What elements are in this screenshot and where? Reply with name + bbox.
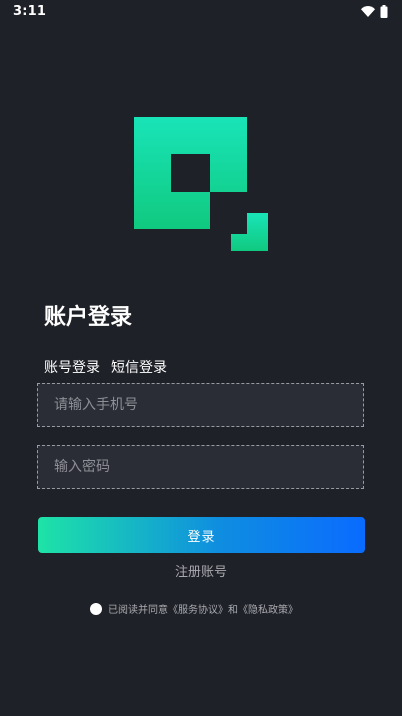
status-bar: 3:11 bbox=[0, 0, 402, 24]
status-icons bbox=[361, 4, 388, 18]
password-input[interactable] bbox=[38, 446, 363, 488]
service-agreement-link[interactable]: 《服务协议》 bbox=[168, 601, 228, 616]
wifi-icon bbox=[361, 5, 375, 17]
register-link[interactable]: 注册账号 bbox=[0, 561, 402, 580]
page-title: 账户登录 bbox=[44, 305, 133, 330]
agreement-radio[interactable] bbox=[90, 602, 102, 615]
privacy-policy-link[interactable]: 《隐私政策》 bbox=[238, 601, 298, 616]
status-time: 3:11 bbox=[13, 4, 47, 19]
agreement-prefix: 已阅读并同意 bbox=[108, 605, 168, 616]
agreement-and: 和 bbox=[228, 605, 238, 616]
agreement-row: 已阅读并同意 《服务协议》 和 《隐私政策》 bbox=[90, 601, 298, 616]
login-tabs: 账号登录 短信登录 bbox=[44, 358, 167, 378]
brand-logo bbox=[134, 117, 268, 251]
tab-account-login[interactable]: 账号登录 bbox=[44, 358, 100, 378]
phone-input[interactable] bbox=[38, 384, 363, 426]
battery-icon bbox=[380, 4, 388, 18]
password-field bbox=[37, 445, 364, 489]
tab-sms-login[interactable]: 短信登录 bbox=[111, 358, 167, 378]
phone-field bbox=[37, 383, 364, 427]
login-button[interactable]: 登录 bbox=[38, 517, 365, 553]
